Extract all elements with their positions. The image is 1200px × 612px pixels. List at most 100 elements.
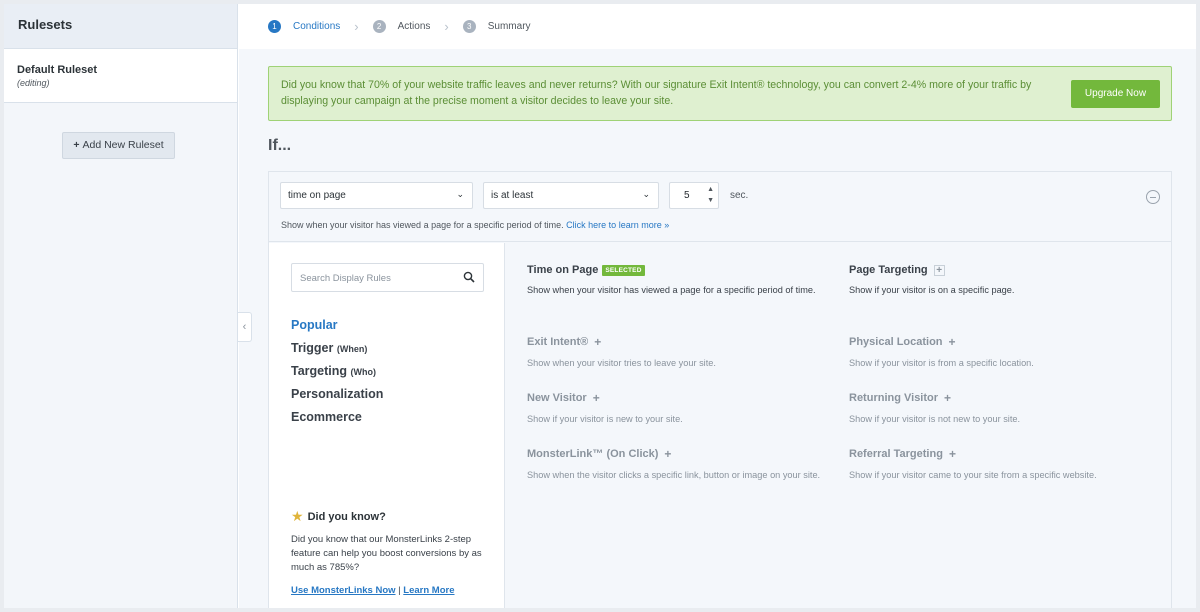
rule-exit-intent[interactable]: Exit Intent® + Show when your visitor tr… <box>527 335 827 370</box>
chevron-down-icon: ⌄ <box>456 189 464 199</box>
stepper-icon[interactable]: ▲ ▼ <box>707 184 714 206</box>
use-monsterlinks-link[interactable]: Use MonsterLinks Now <box>291 585 396 596</box>
rules-categories-panel: Search Display Rules Popular Trigger (Wh… <box>269 243 505 608</box>
plus-icon: + <box>73 139 80 151</box>
chevron-down-icon: ⌄ <box>642 189 650 199</box>
step-conditions[interactable]: 1 Conditions <box>268 20 340 33</box>
chevron-right-icon: › <box>444 19 449 34</box>
add-rule-plus-icon[interactable]: + <box>949 335 956 349</box>
rule-physical-location[interactable]: Physical Location + Show if your visitor… <box>849 335 1149 370</box>
category-sub: (Who) <box>350 367 376 377</box>
add-rule-plus-icon[interactable]: + <box>944 391 951 405</box>
search-display-rules-input[interactable]: Search Display Rules <box>291 263 484 292</box>
upgrade-now-button[interactable]: Upgrade Now <box>1071 80 1160 108</box>
category-list: Popular Trigger (When) Targeting (Who) P… <box>291 318 383 433</box>
category-label: Popular <box>291 318 338 332</box>
rule-desc: Show when the visitor clicks a specific … <box>527 470 821 480</box>
condition-seconds-value: 5 <box>684 190 690 201</box>
steps-nav: 1 Conditions › 2 Actions › 3 Summary <box>239 4 1196 49</box>
rule-title: Physical Location <box>849 336 943 348</box>
step-number: 1 <box>268 20 281 33</box>
selected-badge: SELECTED <box>602 264 645 276</box>
add-rule-plus-icon[interactable]: + <box>933 264 945 276</box>
category-label: Targeting <box>291 364 348 378</box>
condition-panel: time on page ⌄ is at least ⌄ 5 ▲ ▼ sec. S… <box>268 171 1172 608</box>
step-number: 3 <box>462 20 476 33</box>
ruleset-item[interactable]: Default Ruleset (editing) <box>4 49 237 103</box>
did-you-know-links: Use MonsterLinks Now | Learn More <box>291 585 487 596</box>
condition-help: Show when your visitor has viewed a page… <box>281 220 669 230</box>
rule-title: Returning Visitor <box>849 392 939 404</box>
did-you-know-title: ★ Did you know? <box>291 508 487 525</box>
learn-more-link[interactable]: Click here to learn more » <box>566 220 669 230</box>
learn-more-link[interactable]: Learn More <box>403 585 454 596</box>
condition-seconds-input[interactable]: 5 ▲ ▼ <box>669 182 719 209</box>
did-you-know-box: ★ Did you know? Did you know that our Mo… <box>291 508 487 596</box>
did-you-know-heading: Did you know? <box>307 510 386 523</box>
category-targeting[interactable]: Targeting (Who) <box>291 364 383 387</box>
condition-field-select[interactable]: time on page ⌄ <box>280 182 473 209</box>
add-rule-plus-icon[interactable]: + <box>593 391 600 405</box>
rule-desc: Show when your visitor has viewed a page… <box>527 285 816 295</box>
rule-page-targeting[interactable]: Page Targeting + Show if your visitor is… <box>849 264 1149 297</box>
did-you-know-text: Did you know that our MonsterLinks 2-ste… <box>291 534 482 573</box>
link-separator: | <box>398 585 401 596</box>
rule-title-row: Exit Intent® + <box>527 335 827 349</box>
star-icon: ★ <box>291 508 304 524</box>
rule-desc: Show if your visitor is from a specific … <box>849 358 1034 368</box>
rule-title-row: MonsterLink™ (On Click) + <box>527 447 827 461</box>
rule-time-on-page[interactable]: Time on Page SELECTED Show when your vis… <box>527 264 827 297</box>
rule-referral-targeting[interactable]: Referral Targeting + Show if your visito… <box>849 447 1149 482</box>
sidebar: Rulesets Default Ruleset (editing) + Add … <box>4 4 238 608</box>
rule-title: Page Targeting <box>849 264 928 276</box>
main-panel: 1 Conditions › 2 Actions › 3 Summary Did… <box>239 4 1196 608</box>
rule-monsterlink[interactable]: MonsterLink™ (On Click) + Show when the … <box>527 447 827 482</box>
category-ecommerce[interactable]: Ecommerce <box>291 410 383 433</box>
step-summary[interactable]: 3 Summary <box>462 20 531 33</box>
rule-desc: Show if your visitor came to your site f… <box>849 470 1097 480</box>
add-ruleset-label: Add New Ruleset <box>82 139 164 151</box>
display-rules-area: Search Display Rules Popular Trigger (Wh… <box>269 243 1171 608</box>
chevron-right-icon: › <box>354 19 359 34</box>
search-placeholder: Search Display Rules <box>300 273 391 284</box>
rule-title: New Visitor <box>527 392 587 404</box>
ruleset-status: (editing) <box>17 78 50 88</box>
category-personalization[interactable]: Personalization <box>291 387 383 410</box>
app-frame: Rulesets Default Ruleset (editing) + Add … <box>4 4 1196 608</box>
rule-returning-visitor[interactable]: Returning Visitor + Show if your visitor… <box>849 391 1149 426</box>
category-trigger[interactable]: Trigger (When) <box>291 341 383 364</box>
ruleset-name: Default Ruleset <box>17 64 98 76</box>
condition-help-text: Show when your visitor has viewed a page… <box>281 220 564 230</box>
unit-label: sec. <box>730 190 749 201</box>
add-rule-plus-icon[interactable]: + <box>594 335 601 349</box>
condition-row: time on page ⌄ is at least ⌄ 5 ▲ ▼ sec. S… <box>269 172 1171 242</box>
rule-desc: Show if your visitor is on a specific pa… <box>849 285 1015 295</box>
rule-title: Referral Targeting <box>849 448 943 460</box>
add-rule-plus-icon[interactable]: + <box>664 447 671 461</box>
condition-field-value: time on page <box>288 190 346 201</box>
exit-intent-notice: Did you know that 70% of your website tr… <box>268 66 1172 121</box>
category-sub: (When) <box>336 344 368 354</box>
step-actions[interactable]: 2 Actions <box>372 20 430 33</box>
add-ruleset-button[interactable]: + Add New Ruleset <box>62 132 175 159</box>
search-icon <box>463 271 475 283</box>
remove-condition-icon[interactable] <box>1146 190 1160 204</box>
rule-title-row: Returning Visitor + <box>849 391 1149 405</box>
if-heading: If... <box>268 137 292 154</box>
notice-text: Did you know that 70% of your website tr… <box>281 79 1032 107</box>
step-label: Summary <box>487 21 531 32</box>
add-rule-plus-icon[interactable]: + <box>949 447 956 461</box>
rule-title-row: Time on Page SELECTED <box>527 264 827 276</box>
rule-title: Exit Intent® <box>527 336 589 348</box>
step-number: 2 <box>372 20 386 33</box>
collapse-sidebar-chevron-icon[interactable]: ‹ <box>238 312 252 342</box>
category-popular[interactable]: Popular <box>291 318 383 341</box>
condition-operator-value: is at least <box>491 190 534 201</box>
rule-title: Time on Page <box>527 264 599 276</box>
rule-new-visitor[interactable]: New Visitor + Show if your visitor is ne… <box>527 391 827 426</box>
sidebar-title: Rulesets <box>4 4 237 49</box>
rule-title-row: Physical Location + <box>849 335 1149 349</box>
category-label: Trigger <box>291 341 334 355</box>
rule-title-row: Referral Targeting + <box>849 447 1149 461</box>
condition-operator-select[interactable]: is at least ⌄ <box>483 182 659 209</box>
